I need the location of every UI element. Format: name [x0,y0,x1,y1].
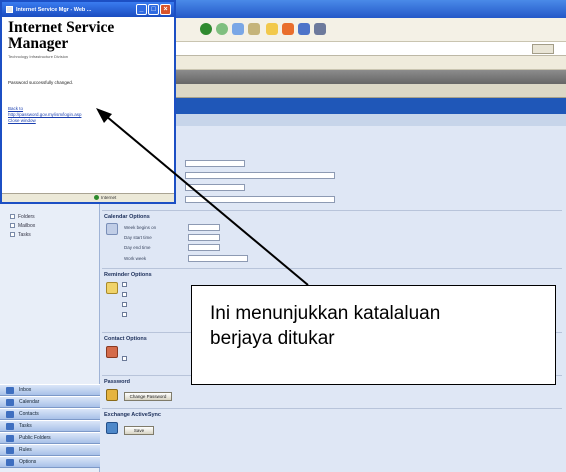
callout-arrow [96,108,309,286]
arrow-head [96,108,112,123]
callout-line-1: Ini menunjukkan katalaluan [210,303,441,324]
callout-text: Ini menunjukkan katalaluan berjaya dituk… [210,301,440,351]
annotation-callout: Ini menunjukkan katalaluan berjaya dituk… [191,285,556,385]
arrow-line [105,115,309,286]
callout-line-2: berjaya ditukar [210,328,335,349]
